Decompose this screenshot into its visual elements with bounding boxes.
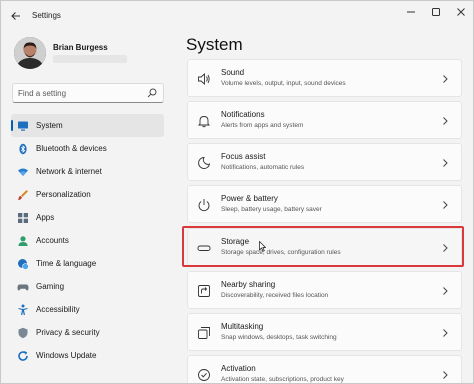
sidebar-item-accounts[interactable]: Accounts — [11, 229, 164, 252]
sidebar-item-time-language[interactable]: Time & language — [11, 252, 164, 275]
mouse-cursor-icon — [259, 241, 266, 252]
apps-icon — [17, 212, 29, 224]
card-subtitle: Discoverability, received files location — [221, 292, 329, 299]
card-title: Power & battery — [221, 194, 278, 203]
sidebar-item-label: Bluetooth & devices — [36, 144, 107, 153]
avatar[interactable] — [14, 37, 46, 69]
card-subtitle: Activation state, subscriptions, product… — [221, 376, 344, 383]
search-box[interactable] — [12, 83, 164, 103]
update-icon — [17, 350, 29, 362]
maximize-icon — [431, 8, 440, 16]
close-button[interactable] — [448, 1, 473, 23]
sidebar-item-label: Windows Update — [36, 351, 97, 360]
sidebar-item-privacy[interactable]: Privacy & security — [11, 321, 164, 344]
multitask-icon — [197, 326, 211, 340]
chevron-right-icon — [443, 159, 448, 167]
sidebar-item-personalization[interactable]: Personalization — [11, 183, 164, 206]
user-photo-icon — [14, 37, 46, 69]
chevron-right-icon — [443, 201, 448, 209]
sidebar-item-label: Apps — [36, 213, 55, 222]
storage-drive-icon — [197, 241, 211, 255]
settings-card-storage[interactable]: Storage Storage space, drives, configura… — [187, 228, 462, 266]
settings-card-focus-assist[interactable]: Focus assist Notifications, automatic ru… — [187, 143, 462, 181]
card-subtitle: Sleep, battery usage, battery saver — [221, 206, 322, 213]
person-icon — [17, 235, 29, 247]
chevron-right-icon — [443, 117, 448, 125]
card-title: Storage — [221, 237, 250, 246]
page-title: System — [186, 35, 243, 54]
sidebar-item-label: Network & internet — [36, 167, 102, 176]
bluetooth-icon — [17, 143, 29, 155]
wifi-icon — [17, 166, 29, 178]
sidebar-item-label: Accounts — [36, 236, 69, 245]
card-title: Focus assist — [221, 152, 266, 161]
sidebar-item-bluetooth[interactable]: Bluetooth & devices — [11, 137, 164, 160]
bell-icon — [197, 114, 211, 128]
minimize-icon — [406, 11, 415, 13]
settings-card-activation[interactable]: Activation Activation state, subscriptio… — [187, 355, 462, 383]
card-subtitle: Notifications, automatic rules — [221, 164, 305, 171]
sidebar-item-label: Privacy & security — [36, 328, 100, 337]
window-title: Settings — [32, 11, 61, 20]
sidebar-item-apps[interactable]: Apps — [11, 206, 164, 229]
sidebar-item-label: Personalization — [36, 190, 91, 199]
accessibility-icon — [17, 304, 29, 316]
card-title: Nearby sharing — [221, 280, 276, 289]
card-title: Sound — [221, 68, 245, 77]
close-icon — [456, 8, 465, 16]
maximize-button[interactable] — [423, 1, 448, 23]
sidebar-item-label: System — [36, 121, 63, 130]
sidebar-item-label: Gaming — [36, 282, 65, 291]
settings-card-nearby-sharing[interactable]: Nearby sharing Discoverability, received… — [187, 271, 462, 309]
monitor-icon — [17, 120, 29, 132]
sidebar-item-gaming[interactable]: Gaming — [11, 275, 164, 298]
card-title: Multitasking — [221, 322, 264, 331]
chevron-right-icon — [443, 371, 448, 379]
card-subtitle: Alerts from apps and system — [221, 122, 304, 129]
card-title: Notifications — [221, 110, 265, 119]
sidebar-nav: System Bluetooth & devices Network & int… — [11, 114, 164, 367]
globe-clock-icon — [17, 258, 29, 270]
user-name: Brian Burgess — [53, 43, 108, 52]
card-subtitle: Storage space, drives, configuration rul… — [221, 249, 341, 256]
brush-icon — [17, 189, 29, 201]
speaker-icon — [197, 72, 211, 86]
sidebar-item-network[interactable]: Network & internet — [11, 160, 164, 183]
settings-card-sound[interactable]: Sound Volume levels, output, input, soun… — [187, 59, 462, 97]
user-email-redacted — [53, 55, 127, 63]
gamepad-icon — [17, 281, 29, 293]
sidebar-item-accessibility[interactable]: Accessibility — [11, 298, 164, 321]
search-input[interactable] — [18, 87, 146, 100]
shield-icon — [17, 327, 29, 339]
back-arrow-icon[interactable] — [9, 9, 23, 23]
power-icon — [197, 198, 211, 212]
settings-card-notifications[interactable]: Notifications Alerts from apps and syste… — [187, 101, 462, 139]
card-subtitle: Volume levels, output, input, sound devi… — [221, 80, 346, 87]
card-subtitle: Snap windows, desktops, task switching — [221, 334, 337, 341]
chevron-right-icon — [443, 75, 448, 83]
sidebar-item-system[interactable]: System — [11, 114, 164, 137]
chevron-right-icon — [443, 244, 448, 252]
chevron-right-icon — [443, 287, 448, 295]
settings-card-multitasking[interactable]: Multitasking Snap windows, desktops, tas… — [187, 313, 462, 351]
sidebar-item-label: Accessibility — [36, 305, 80, 314]
settings-window: Settings Brian Burgess Find a setting Sy… — [0, 0, 474, 384]
card-title: Activation — [221, 364, 256, 373]
moon-icon — [197, 156, 211, 170]
search-icon[interactable] — [147, 88, 157, 98]
nearby-share-icon — [197, 284, 211, 298]
window-controls — [398, 1, 473, 23]
title-bar: Settings — [1, 1, 473, 31]
sidebar-item-windows-update[interactable]: Windows Update — [11, 344, 164, 367]
minimize-button[interactable] — [398, 1, 423, 23]
settings-card-power-battery[interactable]: Power & battery Sleep, battery usage, ba… — [187, 185, 462, 223]
chevron-right-icon — [443, 329, 448, 337]
sidebar-item-label: Time & language — [36, 259, 97, 268]
activation-icon — [197, 368, 211, 382]
